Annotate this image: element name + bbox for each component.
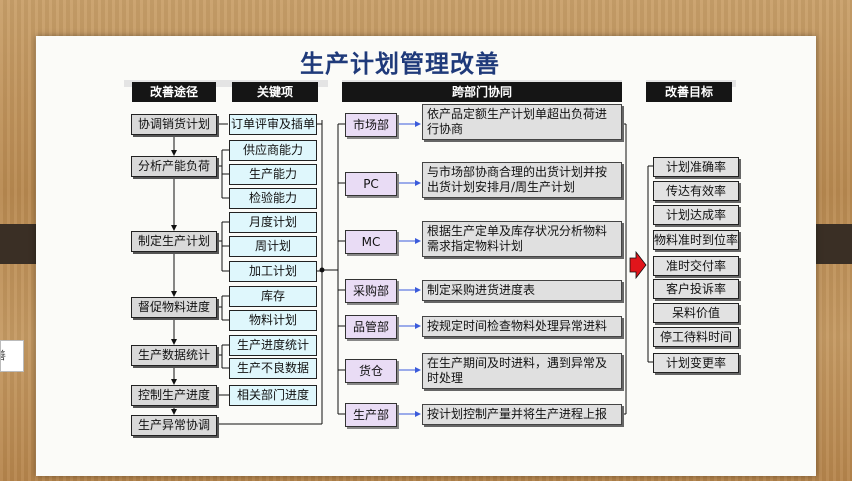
key-item: 生产能力: [229, 164, 317, 185]
goal-item: 呆料价值: [653, 303, 739, 323]
approach-item: 控制生产进度: [131, 385, 217, 406]
key-item: 生产进度统计: [229, 335, 317, 356]
goal-item: 物料准时到位率: [653, 230, 739, 250]
goal-item: 准时交付率: [653, 256, 739, 276]
junction-dot: [319, 267, 325, 273]
approach-item: 协调销货计划: [131, 114, 217, 135]
approach-item: 生产异常协调: [131, 415, 217, 436]
key-item: 供应商能力: [229, 140, 317, 161]
key-item: 生产不良数据: [229, 358, 317, 379]
department-production: 生产部: [345, 403, 397, 427]
department-pc: PC: [345, 172, 397, 196]
goal-item: 计划达成率: [653, 205, 739, 225]
goal-item: 计划变更率: [653, 353, 739, 373]
key-item: 月度计划: [229, 212, 317, 233]
approach-item: 分析产能负荷: [131, 156, 217, 177]
red-arrow-icon: [629, 250, 647, 280]
department-quality: 品管部: [345, 315, 397, 339]
department-mc: MC: [345, 230, 397, 254]
department-purchasing: 采购部: [345, 279, 397, 303]
key-item: 检验能力: [229, 188, 317, 209]
department-desc: 根据生产定单及库存状况分析物料需求指定物料计划: [422, 221, 622, 257]
key-item: 物料计划: [229, 310, 317, 331]
approach-item: 督促物料进度: [131, 297, 217, 318]
approach-item: 生产数据统计: [131, 345, 217, 366]
key-item: 周计划: [229, 236, 317, 257]
goal-item: 停工待料时间: [653, 327, 739, 347]
department-warehouse: 货仓: [345, 359, 397, 383]
department-market: 市场部: [345, 113, 397, 137]
key-item: 订单评审及插单: [229, 114, 317, 135]
department-desc: 制定采购进货进度表: [422, 280, 622, 301]
department-desc: 按规定时间检查物料处理异常进料: [422, 316, 622, 337]
approach-item: 制定生产计划: [131, 231, 217, 252]
department-desc: 在生产期间及时进料，遇到异常及时处理: [422, 353, 622, 389]
department-desc: 与市场部协商合理的出货计划并按出货计划安排月/周生产计划: [422, 162, 622, 198]
key-item: 加工计划: [229, 261, 317, 282]
department-desc: 按计划控制产量并将生产进程上报: [422, 404, 622, 425]
key-item: 相关部门进度: [229, 385, 317, 406]
goal-item: 客户投诉率: [653, 279, 739, 299]
goal-item: 传达有效率: [653, 181, 739, 201]
department-desc: 依产品定额生产计划单超出负荷进行协商: [422, 104, 622, 140]
key-item: 库存: [229, 286, 317, 307]
goal-item: 计划准确率: [653, 157, 739, 177]
